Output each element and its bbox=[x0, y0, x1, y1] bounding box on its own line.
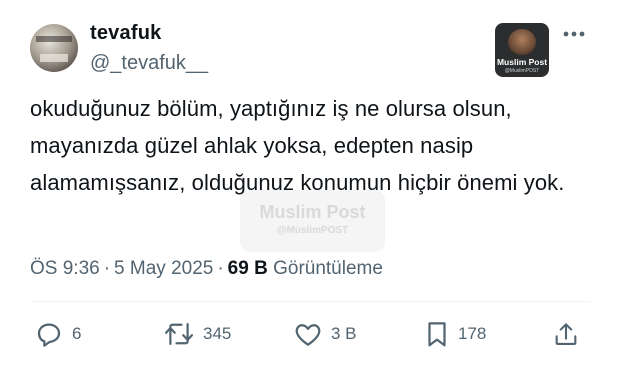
reply-icon bbox=[37, 323, 61, 347]
reply-count: 6 bbox=[72, 324, 82, 343]
tweet-time[interactable]: ÖS 9:36 bbox=[30, 258, 100, 279]
like-button[interactable]: 3 B bbox=[293, 318, 357, 350]
author-handle[interactable]: @_tevafuk__ bbox=[90, 52, 208, 75]
tweet-meta: ÖS 9:36 · 5 May 2025 · 69 B Görüntüleme bbox=[30, 258, 383, 280]
tweet-text: okuduğunuz bölüm, yaptığınız iş ne olurs… bbox=[30, 96, 565, 195]
brand-logo-handle: @MuslimPOST bbox=[504, 68, 540, 74]
more-options-button[interactable] bbox=[560, 22, 588, 46]
retweet-count: 345 bbox=[203, 324, 232, 343]
watermark: Muslim Post @MuslimPOST bbox=[240, 190, 385, 252]
tweet-date[interactable]: 5 May 2025 bbox=[114, 258, 213, 279]
share-icon bbox=[555, 323, 577, 345]
watermark-handle: @MuslimPOST bbox=[276, 225, 349, 236]
bookmark-button[interactable]: 178 bbox=[424, 318, 486, 350]
views-label: Görüntüleme bbox=[273, 258, 383, 279]
action-bar: 6 345 3 B 178 bbox=[30, 318, 590, 350]
retweet-button[interactable]: 345 bbox=[163, 318, 231, 350]
divider bbox=[30, 301, 590, 302]
meta-separator: · bbox=[217, 258, 224, 279]
brand-logo: Muslim Post @MuslimPOST bbox=[495, 23, 549, 77]
watermark-name: Muslim Post bbox=[259, 202, 366, 222]
more-icon bbox=[563, 31, 585, 37]
brand-logo-name: Muslim Post bbox=[496, 57, 548, 67]
bookmark-icon bbox=[428, 322, 446, 347]
reply-button[interactable]: 6 bbox=[34, 318, 81, 350]
like-icon bbox=[295, 324, 321, 346]
share-button[interactable] bbox=[552, 318, 580, 350]
author-name[interactable]: tevafuk bbox=[90, 22, 161, 45]
views-count: 69 B bbox=[227, 258, 268, 279]
meta-separator: · bbox=[103, 258, 111, 279]
bookmark-count: 178 bbox=[458, 324, 487, 343]
avatar[interactable] bbox=[30, 24, 78, 72]
retweet-icon bbox=[164, 323, 194, 345]
like-count: 3 B bbox=[331, 324, 357, 343]
